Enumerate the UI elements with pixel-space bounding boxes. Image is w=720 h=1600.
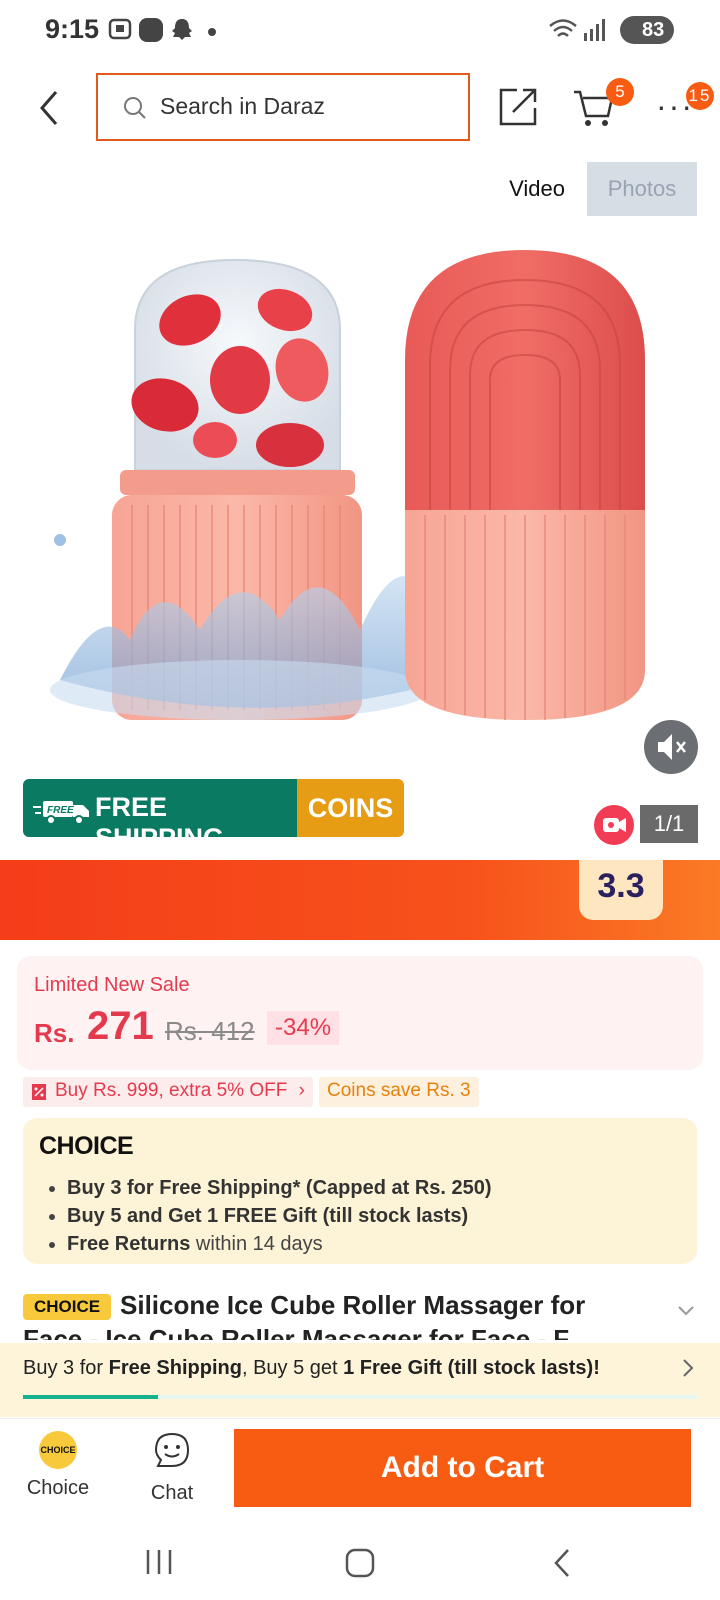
back-nav-icon[interactable] <box>552 1548 572 1578</box>
chat-button[interactable]: Chat <box>134 1431 210 1505</box>
chevron-right-icon: › <box>298 1080 305 1101</box>
share-icon[interactable] <box>497 86 539 128</box>
benefit-item: Free Returns within 14 days <box>67 1230 492 1258</box>
chevron-right-icon <box>683 1359 694 1377</box>
product-image[interactable] <box>40 240 680 760</box>
choice-icon: CHOICE <box>39 1431 77 1469</box>
volume-muted-icon <box>658 734 686 760</box>
video-camera-icon <box>603 818 626 832</box>
video-indicator-button[interactable] <box>594 805 634 845</box>
add-to-cart-button[interactable]: Add to Cart <box>234 1429 691 1507</box>
bundle-offer-bar[interactable]: Buy 3 for Free Shipping, Buy 5 get 1 Fre… <box>0 1343 720 1417</box>
cart-button[interactable]: 5 <box>572 78 634 133</box>
search-placeholder: Search in Daraz <box>160 93 325 119</box>
choice-tag: CHOICE <box>23 1294 111 1320</box>
product-title: Silicone Ice Cube Roller Massager for <box>120 1290 586 1320</box>
image-counter: 1/1 <box>640 805 698 843</box>
snapchat-icon <box>172 19 192 40</box>
delivery-truck-icon: FREE <box>33 801 89 825</box>
status-bar: 9:15 83 <box>0 0 720 62</box>
search-input[interactable]: Search in Daraz <box>96 73 470 141</box>
voucher-icon <box>32 1084 46 1100</box>
chevron-down-icon[interactable] <box>676 1304 696 1318</box>
sale-title: Limited New Sale <box>34 974 190 996</box>
choice-button[interactable]: CHOICE Choice <box>20 1431 96 1500</box>
choice-benefits-card[interactable]: CHOICE Buy 3 for Free Shipping* (Capped … <box>23 1118 697 1264</box>
choice-logo: CHOICE <box>39 1132 134 1160</box>
voucher-chip[interactable]: Buy Rs. 999, extra 5% OFF › <box>23 1077 313 1107</box>
free-shipping-banner: FREE FREE SHIPPING COINS <box>23 779 404 837</box>
product-title-continued: Face - Ice Cube Roller Massager for Face… <box>23 1324 570 1340</box>
price-amount: 271 <box>87 1004 154 1048</box>
discount-badge: -34% <box>267 1011 340 1045</box>
coins-label: COINS <box>297 779 404 837</box>
recent-apps-icon[interactable] <box>144 1548 174 1576</box>
chat-label: Chat <box>150 1482 194 1504</box>
choice-benefits-list: Buy 3 for Free Shipping* (Capped at Rs. … <box>67 1174 492 1258</box>
home-icon[interactable] <box>345 1548 375 1578</box>
free-tag: FREE <box>47 805 74 816</box>
bottom-action-bar: CHOICE Choice Chat Add to Cart <box>0 1418 720 1518</box>
search-icon <box>124 97 146 119</box>
more-menu-button[interactable]: ··· 15 <box>656 82 714 125</box>
status-time: 9:15 <box>45 14 100 44</box>
mute-button[interactable] <box>644 720 698 774</box>
screenshot-icon <box>108 18 132 40</box>
app-notification-icon <box>139 18 163 42</box>
free-shipping-segment: FREE FREE SHIPPING <box>23 779 297 837</box>
choice-label: Choice <box>26 1477 90 1499</box>
chat-icon <box>154 1432 190 1467</box>
cart-badge: 5 <box>606 78 634 106</box>
back-icon[interactable] <box>30 88 70 128</box>
battery-indicator: 83 <box>620 16 674 44</box>
wifi-icon <box>549 19 577 37</box>
signal-icon <box>584 19 605 41</box>
tab-photos[interactable]: Photos <box>587 162 697 216</box>
system-nav-bar <box>0 1520 720 1600</box>
more-badge: 15 <box>686 82 714 110</box>
dot-icon <box>208 28 216 36</box>
free-shipping-label: FREE SHIPPING <box>95 792 224 837</box>
voucher-text: Buy Rs. 999, extra 5% OFF <box>55 1080 288 1101</box>
coins-save-chip[interactable]: Coins save Rs. 3 <box>319 1077 479 1107</box>
bundle-offer-text: Buy 3 for Free Shipping, Buy 5 get 1 Fre… <box>23 1357 600 1379</box>
original-price: Rs. 412 <box>165 1016 255 1046</box>
promo-badge: 3.3 <box>579 860 663 920</box>
price-card: Limited New Sale Rs. 271 Rs. 412 -34% <box>17 956 703 1070</box>
benefit-item: Buy 5 and Get 1 FREE Gift (till stock la… <box>67 1202 492 1230</box>
tab-video[interactable]: Video <box>492 162 582 216</box>
benefit-item: Buy 3 for Free Shipping* (Capped at Rs. … <box>67 1174 492 1202</box>
bundle-progress-fill <box>23 1395 158 1399</box>
price-currency: Rs. <box>34 1018 75 1048</box>
